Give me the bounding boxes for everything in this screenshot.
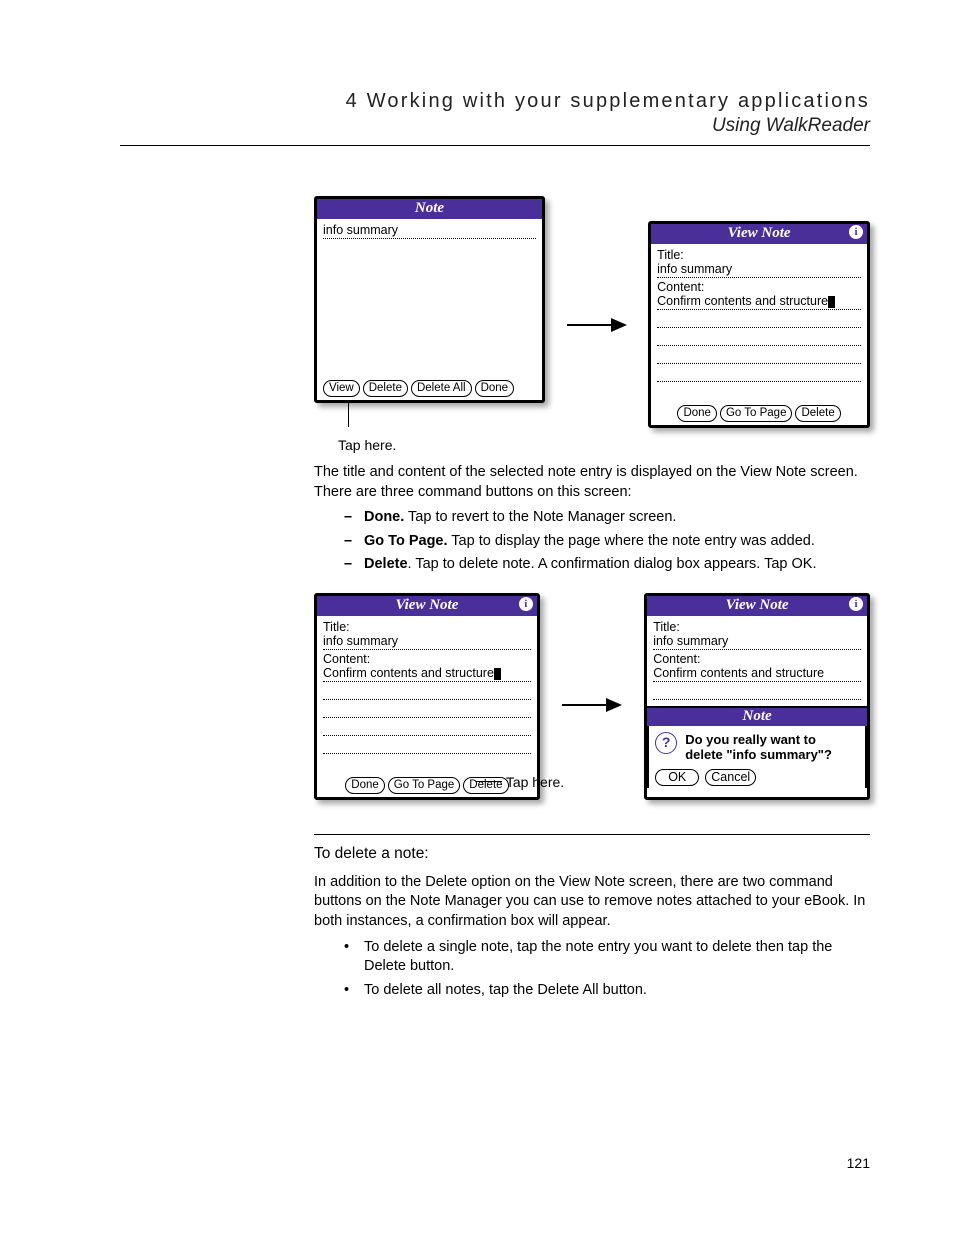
title-field[interactable]: info summary <box>323 634 531 650</box>
list-item: Delete. Tap to delete note. A confirmati… <box>344 555 870 575</box>
pda-title: Note <box>317 199 542 219</box>
dialog-message: Do you really want to delete "info summa… <box>685 732 832 763</box>
done-button[interactable]: Done <box>475 380 515 397</box>
content-line[interactable] <box>323 738 531 754</box>
arrow-icon <box>567 316 627 334</box>
info-icon[interactable]: i <box>849 225 863 239</box>
content-line[interactable] <box>657 330 861 346</box>
tap-here-caption: Tap here. <box>506 774 564 790</box>
note-manager-screen: Note info summary View Delete Delete All… <box>314 196 545 403</box>
content-line[interactable]: Confirm contents and structure <box>323 666 531 682</box>
content-label: Content: <box>657 280 861 294</box>
title-label: Title: <box>657 248 861 262</box>
title-label: Title: <box>323 620 531 634</box>
content-line[interactable] <box>323 720 531 736</box>
text-cursor <box>494 668 501 680</box>
title-label: Title: <box>653 620 861 634</box>
view-note-screen: View Note i Title: info summary Content:… <box>314 593 540 800</box>
section-title: Using WalkReader <box>120 115 870 137</box>
ok-button[interactable]: OK <box>655 769 699 786</box>
question-icon: ? <box>655 732 677 754</box>
view-note-delete-screen: View Note i Title: info summary Content:… <box>644 593 870 800</box>
info-icon[interactable]: i <box>519 597 533 611</box>
list-item: To delete a single note, tap the note en… <box>344 938 870 977</box>
list-item: Done. Tap to revert to the Note Manager … <box>344 508 870 528</box>
delete-button[interactable]: Delete <box>363 380 408 397</box>
content-label: Content: <box>653 652 861 666</box>
list-item: Go To Page. Tap to display the page wher… <box>344 532 870 552</box>
subheading: To delete a note: <box>314 845 870 863</box>
view-button[interactable]: View <box>323 380 360 397</box>
title-field[interactable]: info summary <box>653 634 861 650</box>
tap-here-caption: Tap here. <box>338 437 545 453</box>
info-icon[interactable]: i <box>849 597 863 611</box>
content-line[interactable] <box>657 366 861 382</box>
arrow-icon <box>562 696 622 714</box>
content-line[interactable] <box>323 702 531 718</box>
body-paragraph: In addition to the Delete option on the … <box>314 873 870 932</box>
content-label: Content: <box>323 652 531 666</box>
cancel-button[interactable]: Cancel <box>705 769 756 786</box>
body-paragraph: The title and content of the selected no… <box>314 463 870 502</box>
content-line[interactable] <box>657 312 861 328</box>
header-rule <box>120 145 870 146</box>
pda-title: View Note i <box>317 596 537 616</box>
text-cursor <box>828 296 835 308</box>
done-button[interactable]: Done <box>677 405 717 422</box>
chapter-title: 4 Working with your supplementary applic… <box>120 90 870 113</box>
content-line[interactable] <box>653 684 861 700</box>
note-entry[interactable]: info summary <box>323 223 536 239</box>
section-rule <box>314 834 870 835</box>
view-note-screen: View Note i Title: info summary Content:… <box>648 221 870 428</box>
delete-list: To delete a single note, tap the note en… <box>314 938 870 1001</box>
dialog-title: Note <box>647 708 867 726</box>
confirm-dialog: Note ? Do you really want to delete "inf… <box>647 706 867 788</box>
delete-all-button[interactable]: Delete All <box>411 380 472 397</box>
content-line[interactable]: Confirm contents and structure <box>657 294 861 310</box>
list-item: To delete all notes, tap the Delete All … <box>344 981 870 1001</box>
pda-title: View Note i <box>647 596 867 616</box>
page-number: 121 <box>847 1155 870 1171</box>
goto-page-button[interactable]: Go To Page <box>388 777 461 794</box>
title-field[interactable]: info summary <box>657 262 861 278</box>
done-button[interactable]: Done <box>345 777 385 794</box>
content-line[interactable] <box>323 684 531 700</box>
command-list: Done. Tap to revert to the Note Manager … <box>314 508 870 575</box>
delete-button[interactable]: Delete <box>795 405 840 422</box>
content-line[interactable]: Confirm contents and structure <box>653 666 861 682</box>
delete-button[interactable]: Delete <box>463 777 508 794</box>
pda-title: View Note i <box>651 224 867 244</box>
content-line[interactable] <box>657 348 861 364</box>
callout-line <box>476 781 502 782</box>
goto-page-button[interactable]: Go To Page <box>720 405 793 422</box>
callout-line <box>348 403 349 427</box>
